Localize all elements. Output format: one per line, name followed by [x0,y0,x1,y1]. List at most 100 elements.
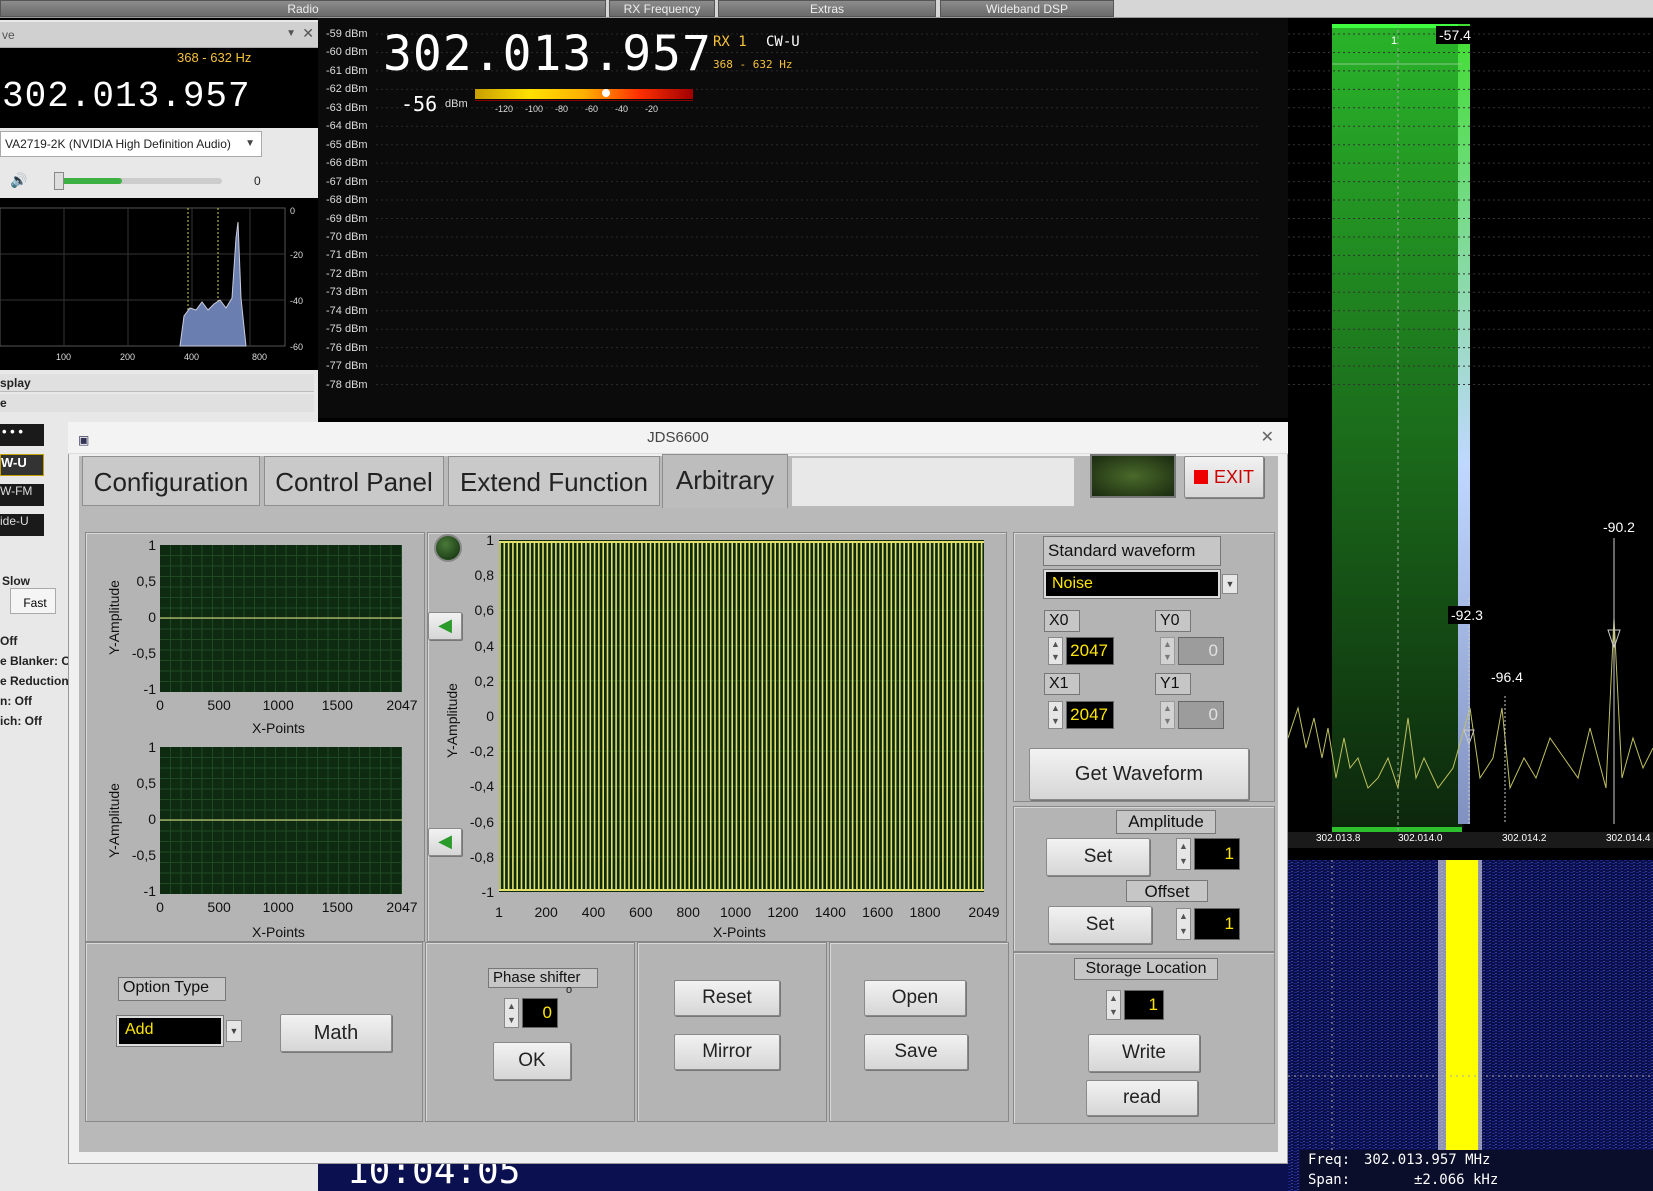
display-label: splay [0,376,31,390]
wideband-dsp-tab[interactable]: Wideband DSP [940,0,1114,17]
dbm-tick: -71 dBm [326,249,368,262]
meter-tick: -60 [585,104,599,114]
mode-button-wu[interactable]: W-U [0,454,44,476]
tab-extend-function[interactable]: Extend Function [448,456,660,506]
y1-spinner: ▲ ▼ [1160,701,1175,729]
reset-button[interactable]: Reset [674,980,780,1016]
status-line: Off [0,634,18,648]
amplitude-label: Amplitude [1116,810,1216,834]
dbm-tick: -66 dBm [326,157,368,170]
rx-frequency-tab[interactable]: RX Frequency [609,0,715,17]
dots-button[interactable]: • • • [0,424,44,446]
offset-set-button[interactable]: Set [1048,906,1152,944]
small-plot-y-tick: -0,5 [131,645,156,661]
big-plot-xlabel: X-Points [713,924,766,940]
dbm-tick: -67 dBm [326,175,368,188]
volume-value: 0 [254,174,261,188]
save-button[interactable]: Save [864,1034,968,1070]
big-plot-y-tick: 0,8 [474,567,494,584]
tab-control-panel[interactable]: Control Panel [264,456,444,506]
audio-device-select[interactable]: VA2719-2K (NVIDIA High Definition Audio)… [0,131,262,157]
option-type-value: Add [125,1021,154,1038]
option-type-label: Option Type [118,977,226,1001]
dbm-tick: -61 dBm [326,64,368,77]
storage-input[interactable]: 1 [1124,990,1164,1020]
dbm-tick: -75 dBm [326,323,368,336]
get-waveform-button[interactable]: Get Waveform [1029,748,1249,800]
amplitude-input[interactable]: 1 [1194,838,1240,870]
standard-waveform-select[interactable]: Noise [1044,570,1220,598]
small-plot-2-ylabel: Y-Amplitude [106,783,122,858]
math-button[interactable]: Math [280,1014,392,1052]
x0-input[interactable]: 2047 [1066,637,1114,665]
big-plot-y-tick: -0,4 [469,778,494,795]
small-plot-y-tick: 1 [148,537,156,553]
dbm-tick: -78 dBm [326,378,368,391]
speaker-icon[interactable]: 🔊 [10,172,27,189]
tab-configuration[interactable]: Configuration [82,456,260,506]
amplitude-set-button[interactable]: Set [1046,838,1150,876]
collapse-icon[interactable]: ▼ [286,28,296,39]
fast-button[interactable]: Fast [12,592,58,616]
close-icon[interactable]: ✕ [302,25,314,42]
volume-slider-fill [58,178,122,184]
meter-tick: -40 [615,104,629,114]
mode-button-wideu[interactable]: ide-U [0,514,44,536]
big-plot [499,540,984,892]
signal-meter-bar [475,89,693,99]
tab-arbitrary[interactable]: Arbitrary [662,454,788,508]
volume-slider[interactable] [54,172,222,190]
audio-device-label: VA2719-2K (NVIDIA High Definition Audio) [5,137,231,151]
close-icon[interactable]: ✕ [1261,422,1274,454]
big-plot-y-tick: 0,2 [474,672,494,689]
big-plot-x-tick: 1600 [862,904,894,920]
peak-label-90: -90.2 [1600,518,1638,536]
open-button[interactable]: Open [864,980,966,1016]
chevron-down-icon[interactable]: ▼ [226,1020,242,1042]
amplitude-spinner[interactable]: ▲ ▼ [1176,838,1191,870]
mode-button-wfm[interactable]: W-FM [0,484,44,506]
phase-shifter-label: Phase shifter [488,968,598,988]
small-plot-1-xlabel: X-Points [252,720,305,736]
storage-spinner[interactable]: ▲ ▼ [1106,990,1121,1020]
read-button[interactable]: read [1086,1080,1198,1116]
big-plot-y-tick: -1 [481,884,494,900]
phase-input[interactable]: 0 [522,998,558,1028]
freq-readout-value: 302.013.957 MHz [1364,1152,1491,1168]
span-value: ±2.066 kHz [1414,1172,1499,1188]
stop-icon [1193,470,1208,484]
small-plot-x-tick: 2047 [386,697,418,713]
dbm-tick: -77 dBm [326,360,368,373]
big-plot-y-tick: 0 [486,708,494,724]
x1-input[interactable]: 2047 [1066,701,1114,729]
big-plot-svg [499,541,984,891]
chevron-down-icon[interactable]: ▼ [245,138,255,149]
small-plot-y-tick: 0,5 [136,573,156,589]
big-plot-y-tick: -0,2 [469,743,494,760]
mirror-button[interactable]: Mirror [674,1034,780,1070]
e-section-header[interactable]: e [0,394,314,412]
spec-y-tick: 0 [290,206,296,216]
rx-label: RX 1 [713,34,747,50]
offset-input[interactable]: 1 [1194,908,1240,940]
small-plot-2 [160,747,402,894]
ok-button[interactable]: OK [493,1042,571,1080]
write-button[interactable]: Write [1088,1034,1200,1072]
reset-panel [637,942,827,1122]
display-section-header[interactable]: splay [0,374,314,392]
big-plot-x-tick: 1 [495,904,503,920]
option-type-select[interactable]: Add [117,1016,223,1046]
x1-spinner[interactable]: ▲ ▼ [1048,701,1063,729]
spec-y-tick: -20 [290,250,304,260]
top-menu-bar: Radio RX Frequency Extras Wideband DSP [0,0,1653,18]
x0-spinner[interactable]: ▲ ▼ [1048,637,1063,665]
radio-tab[interactable]: Radio [0,0,606,17]
dbm-tick: -70 dBm [326,230,368,243]
chevron-down-icon[interactable]: ▼ [1222,574,1238,594]
exit-button[interactable]: EXIT [1184,456,1264,498]
extras-tab[interactable]: Extras [718,0,936,17]
offset-spinner[interactable]: ▲ ▼ [1176,908,1191,940]
meter-tick: -20 [645,104,659,114]
phase-spinner[interactable]: ▲ ▼ [504,998,519,1028]
volume-slider-handle[interactable] [54,172,64,190]
